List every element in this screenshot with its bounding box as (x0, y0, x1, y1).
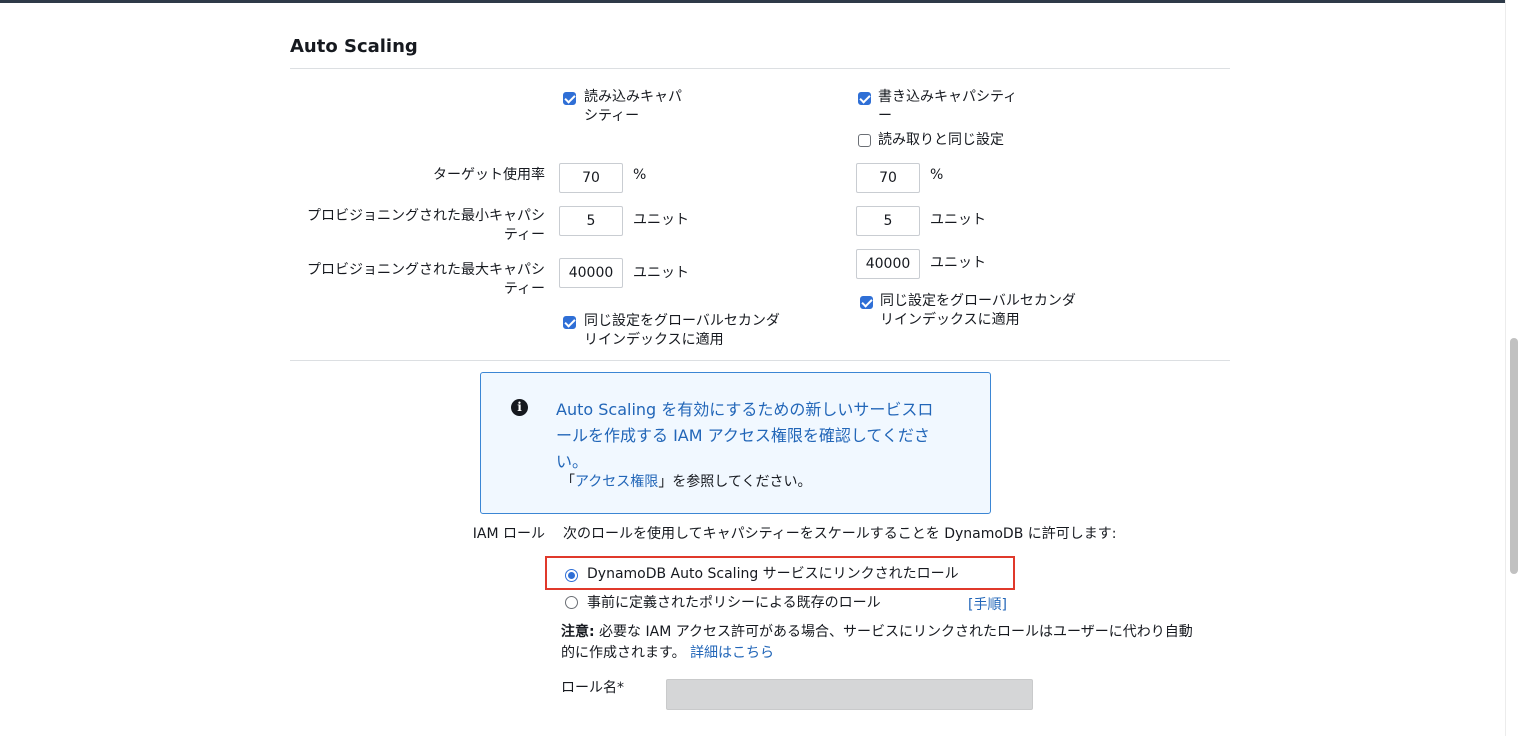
min-capacity-label-1: プロビジョニングされた最小キャパシ (307, 208, 545, 224)
read-capacity-checkbox[interactable] (563, 91, 576, 105)
info-message-line-2: ールを作成する IAM アクセス権限を確認してくださ (556, 426, 930, 445)
existing-role-radio[interactable] (565, 596, 578, 609)
write-capacity-label-1: 書き込みキャパシティ (878, 89, 1018, 105)
info-message-line-1: Auto Scaling を有効にするための新しいサービスロ (556, 400, 934, 419)
section-divider-2 (290, 360, 1230, 361)
same-as-read-checkbox[interactable] (858, 134, 871, 147)
max-capacity-label-1: プロビジョニングされた最大キャパシ (307, 262, 545, 278)
write-min-input[interactable] (856, 206, 920, 236)
read-target-percent: % (633, 167, 647, 183)
info-box: i Auto Scaling を有効にするための新しいサービスロ ールを作成する… (480, 372, 991, 514)
write-max-input[interactable] (856, 249, 920, 279)
note-bold: 注意: (561, 624, 595, 640)
max-capacity-label: プロビジョニングされた最大キャパシ ティー (270, 261, 545, 299)
write-capacity-checkbox[interactable] (858, 91, 871, 105)
read-min-input[interactable] (559, 206, 623, 236)
read-apply-gsi-checkbox[interactable] (563, 315, 576, 329)
read-apply-gsi-label-1: 同じ設定をグローバルセカンダ (584, 313, 780, 329)
iam-note-line-1: 注意: 必要な IAM アクセス許可がある場合、サービスにリンクされたロールはユ… (561, 622, 1233, 643)
write-capacity-label-2: ー (878, 108, 892, 124)
section-divider (290, 68, 1230, 69)
write-apply-gsi-label-2: リインデックスに適用 (880, 312, 1020, 328)
role-name-input[interactable] (666, 679, 1033, 710)
linked-role-radio[interactable] (565, 568, 578, 582)
read-capacity-checkbox-row[interactable]: 読み込みキャパ シティー (563, 88, 682, 124)
max-capacity-label-2: ティー (503, 281, 545, 297)
details-link[interactable]: 詳細はこちら (690, 645, 774, 661)
write-min-unit: ユニット (930, 212, 986, 228)
info-reference: 「アクセス権限」を参照してください。 (561, 471, 811, 491)
iam-role-description: 次のロールを使用してキャパシティーをスケールすることを DynamoDB に許可… (563, 526, 1117, 542)
write-apply-gsi-label-1: 同じ設定をグローバルセカンダ (880, 293, 1076, 309)
read-apply-gsi-row[interactable]: 同じ設定をグローバルセカンダ リインデックスに適用 (563, 312, 780, 348)
info-icon: i (511, 399, 528, 416)
iam-role-label: IAM ロール (472, 526, 545, 542)
min-capacity-label-2: ティー (503, 227, 545, 243)
access-permissions-link[interactable]: アクセス権限 (575, 474, 658, 490)
write-capacity-checkbox-row[interactable]: 書き込みキャパシティ ー (858, 88, 1017, 124)
info-ref-prefix: 「 (561, 474, 575, 490)
linked-role-option[interactable]: DynamoDB Auto Scaling サービスにリンクされたロール (565, 565, 959, 582)
write-apply-gsi-checkbox[interactable] (860, 295, 873, 309)
top-border (0, 0, 1536, 3)
write-max-unit: ユニット (930, 255, 986, 271)
scrollbar-thumb[interactable] (1510, 338, 1518, 574)
role-name-label: ロール名* (561, 680, 624, 696)
linked-role-label: DynamoDB Auto Scaling サービスにリンクされたロール (587, 566, 959, 582)
read-capacity-label-2: シティー (584, 108, 640, 124)
note-text-2: 的に作成されます。 (561, 645, 686, 661)
read-capacity-label-1: 読み込みキャパ (584, 89, 682, 105)
section-title: Auto Scaling (290, 36, 418, 57)
iam-note: 注意: 必要な IAM アクセス許可がある場合、サービスにリンクされたロールはユ… (561, 622, 1233, 664)
read-max-input[interactable] (559, 258, 623, 288)
existing-role-label: 事前に定義されたポリシーによる既存のロール (587, 595, 881, 611)
read-min-unit: ユニット (633, 212, 689, 228)
note-text-1: 必要な IAM アクセス許可がある場合、サービスにリンクされたロールはユーザーに… (594, 624, 1193, 640)
write-target-percent: % (930, 167, 944, 183)
iam-note-line-2: 的に作成されます。 詳細はこちら (561, 643, 1233, 664)
read-max-unit: ユニット (633, 265, 689, 281)
write-apply-gsi-row[interactable]: 同じ設定をグローバルセカンダ リインデックスに適用 (860, 292, 1076, 328)
info-message: Auto Scaling を有効にするための新しいサービスロ ールを作成する I… (556, 397, 966, 475)
read-apply-gsi-label-2: リインデックスに適用 (584, 332, 724, 348)
steps-link[interactable]: [手順] (968, 594, 1007, 614)
read-target-input[interactable] (559, 163, 623, 193)
target-utilization-label: ターゲット使用率 (433, 167, 545, 183)
info-ref-suffix: 」を参照してください。 (658, 474, 812, 490)
same-as-read-label: 読み取りと同じ設定 (878, 132, 1004, 148)
write-target-input[interactable] (856, 163, 920, 193)
min-capacity-label: プロビジョニングされた最小キャパシ ティー (270, 207, 545, 245)
